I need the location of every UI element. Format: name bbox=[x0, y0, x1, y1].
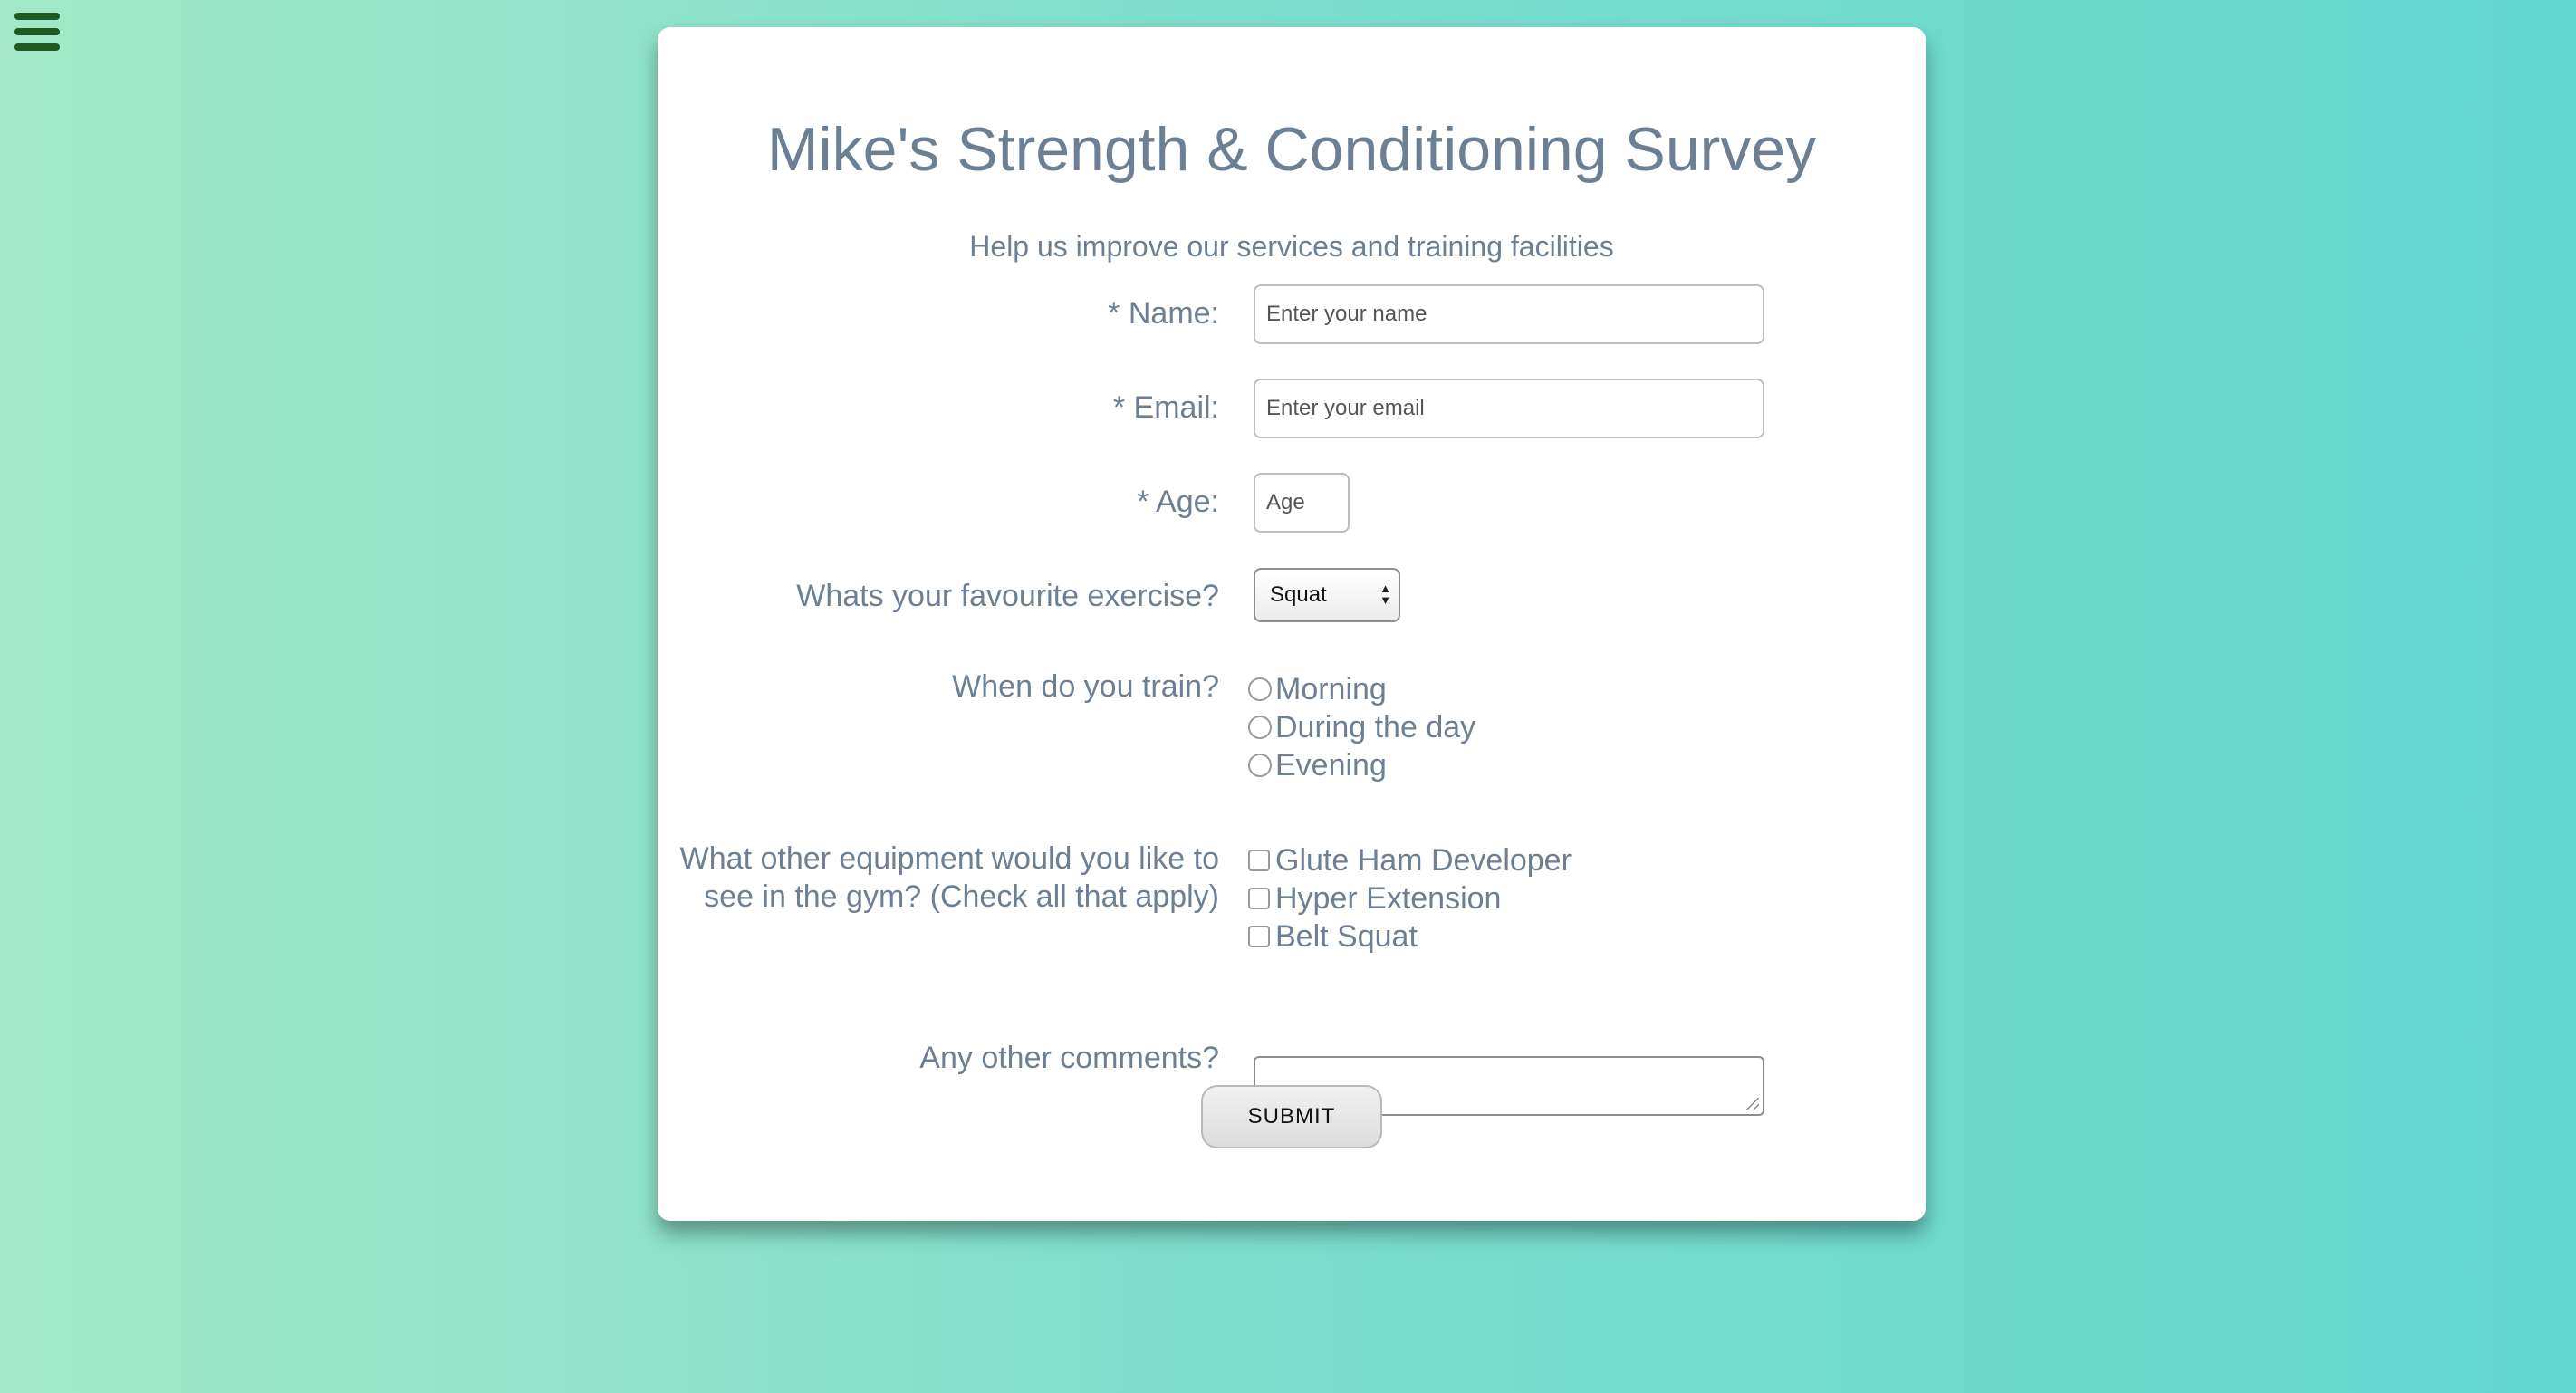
checkbox[interactable] bbox=[1248, 850, 1270, 871]
email-input[interactable] bbox=[1254, 379, 1764, 438]
comments-label: Any other comments? bbox=[919, 1041, 1219, 1075]
train-option-morning[interactable]: Morning bbox=[1248, 670, 1387, 708]
checkbox-label: Hyper Extension bbox=[1275, 880, 1502, 916]
train-label: When do you train? bbox=[952, 669, 1219, 704]
page-subtitle: Help us improve our services and trainin… bbox=[969, 230, 1614, 263]
age-label: * Age: bbox=[1137, 485, 1219, 519]
menu-bar bbox=[14, 43, 60, 51]
equipment-label-line1: What other equipment would you like to bbox=[679, 841, 1219, 876]
exercise-select-value: Squat bbox=[1270, 582, 1327, 607]
equipment-option-belt-squat[interactable]: Belt Squat bbox=[1248, 917, 1418, 956]
exercise-select[interactable]: Squat ▲ ▼ bbox=[1254, 568, 1400, 622]
equipment-option-hyper-extension[interactable]: Hyper Extension bbox=[1248, 879, 1501, 917]
radio-button[interactable] bbox=[1248, 677, 1272, 701]
train-option-during-day[interactable]: During the day bbox=[1248, 708, 1475, 746]
train-option-evening[interactable]: Evening bbox=[1248, 746, 1387, 784]
radio-label: During the day bbox=[1275, 709, 1476, 745]
equipment-option-glute-ham[interactable]: Glute Ham Developer bbox=[1248, 841, 1572, 879]
name-input[interactable] bbox=[1254, 284, 1764, 344]
exercise-label: Whats your favourite exercise? bbox=[796, 579, 1219, 613]
submit-button[interactable]: SUBMIT bbox=[1201, 1085, 1382, 1148]
select-arrows-icon: ▲ ▼ bbox=[1379, 581, 1391, 607]
checkbox[interactable] bbox=[1248, 926, 1270, 947]
radio-button[interactable] bbox=[1248, 716, 1272, 739]
age-input[interactable] bbox=[1254, 473, 1350, 533]
radio-label: Morning bbox=[1275, 671, 1387, 706]
menu-bar bbox=[14, 13, 60, 20]
name-label: * Name: bbox=[1108, 296, 1219, 331]
checkbox-label: Glute Ham Developer bbox=[1275, 842, 1572, 878]
page-title: Mike's Strength & Conditioning Survey bbox=[766, 115, 1817, 184]
hamburger-menu-icon[interactable] bbox=[13, 11, 62, 53]
radio-label: Evening bbox=[1275, 747, 1387, 783]
radio-button[interactable] bbox=[1248, 754, 1272, 777]
checkbox-label: Belt Squat bbox=[1275, 918, 1418, 954]
equipment-label-line2: see in the gym? (Check all that apply) bbox=[704, 879, 1219, 914]
equipment-label: What other equipment would you like to s… bbox=[680, 840, 1219, 916]
survey-card: Mike's Strength & Conditioning Survey He… bbox=[658, 27, 1926, 1221]
menu-bar bbox=[14, 28, 60, 35]
resize-grip-icon[interactable] bbox=[1746, 1098, 1759, 1110]
email-label: * Email: bbox=[1112, 390, 1219, 425]
checkbox[interactable] bbox=[1248, 888, 1270, 909]
